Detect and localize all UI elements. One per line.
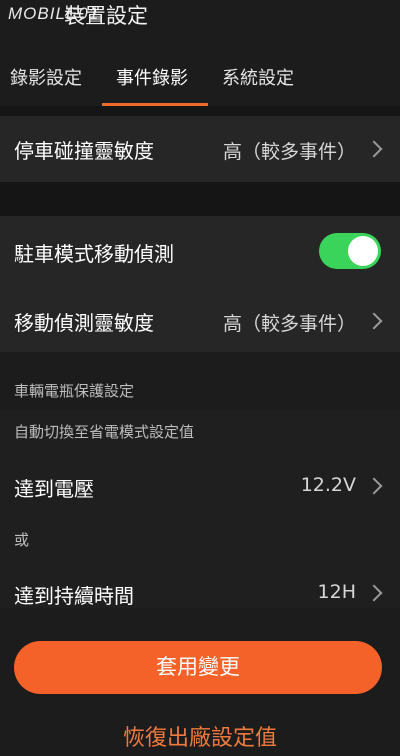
parking-collision-label: 停車碰撞靈敏度 [14,139,154,163]
duration-value[interactable]: 12H [318,581,356,603]
parking-collision-row[interactable]: 停車碰撞靈敏度 高（較多事件） [0,116,400,182]
divider [0,106,400,116]
tab-system-settings[interactable]: 系統設定 [222,64,294,90]
toggle-knob [348,236,378,266]
parking-motion-toggle[interactable] [319,233,381,269]
chevron-right-icon[interactable] [365,584,383,602]
battery-section-title: 車輛電瓶保護設定 [14,382,135,400]
chevron-right-icon[interactable] [365,312,383,330]
or-label: 或 [14,531,30,549]
motion-sensitivity-value[interactable]: 高（較多事件） [223,309,356,336]
parking-collision-value: 高（較多事件） [222,141,356,163]
restore-defaults-button[interactable]: 恢復出廠設定值 [0,720,400,752]
battery-group: 自動切換至省電模式設定值 達到電壓 12.2V 或 達到持續時間 12H [0,410,400,608]
parking-motion-label: 駐車模式移動偵測 [14,242,174,266]
page-title: 裝置設定 [64,4,148,28]
tab-recording-settings[interactable]: 錄影設定 [10,64,82,90]
divider [0,182,400,216]
apply-changes-button[interactable]: 套用變更 [14,641,382,694]
motion-sensitivity-label: 移動偵測靈敏度 [14,311,154,335]
duration-label: 達到持續時間 [14,584,134,608]
chevron-right-icon [365,140,383,158]
top-bar: MOBILE01 裝置設定 [0,0,400,36]
tab-bar: 錄影設定 事件錄影 系統設定 [0,48,400,106]
tab-event-recording[interactable]: 事件錄影 [116,64,188,90]
chevron-right-icon[interactable] [365,477,383,495]
voltage-label: 達到電壓 [14,477,94,501]
battery-subtitle: 自動切換至省電模式設定值 [14,423,195,441]
voltage-value[interactable]: 12.2V [301,474,356,496]
